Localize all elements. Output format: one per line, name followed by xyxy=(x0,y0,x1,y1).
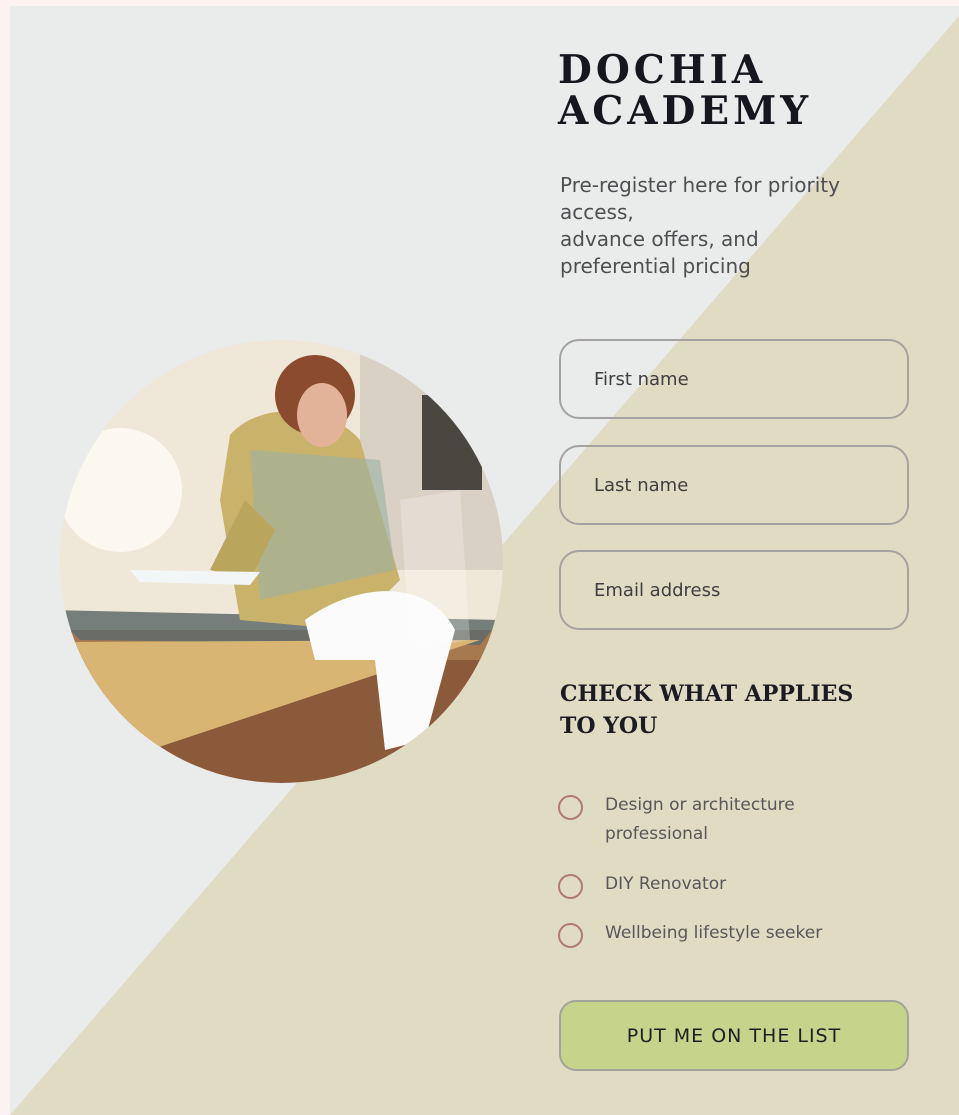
email-input[interactable] xyxy=(561,552,907,628)
intro-line3: advance offers, and xyxy=(560,227,759,251)
radio-unchecked-icon[interactable] xyxy=(558,874,583,899)
option-label: Design or architecture professional xyxy=(605,795,795,844)
intro-line1: Pre-register here for priority xyxy=(560,173,840,197)
checklist-heading: CHECK WHAT APPLIES TO YOU xyxy=(560,678,900,742)
option-design-professional[interactable]: Design or architecture professional xyxy=(558,795,898,849)
first-name-field[interactable] xyxy=(559,339,909,419)
intro-line4: preferential pricing xyxy=(560,254,751,278)
brand-title-line2: ACADEMY xyxy=(558,88,813,134)
intro-line2: access, xyxy=(560,200,634,224)
signup-page: DOCHIA ACADEMY Pre-register here for pri… xyxy=(0,0,959,1115)
last-name-field[interactable] xyxy=(559,445,909,525)
email-field[interactable] xyxy=(559,550,909,630)
brand-title: DOCHIA ACADEMY xyxy=(558,50,918,132)
option-label: Wellbeing lifestyle seeker xyxy=(605,923,823,943)
option-wellbeing-seeker[interactable]: Wellbeing lifestyle seeker xyxy=(558,923,898,948)
put-me-on-list-button[interactable]: PUT ME ON THE LIST xyxy=(559,1000,909,1071)
intro-text: Pre-register here for priority access, a… xyxy=(560,172,910,280)
checklist-heading-line2: TO YOU xyxy=(560,713,658,739)
radio-unchecked-icon[interactable] xyxy=(558,923,583,948)
option-label: DIY Renovator xyxy=(605,874,727,894)
checklist-heading-line1: CHECK WHAT APPLIES xyxy=(560,681,854,707)
last-name-input[interactable] xyxy=(561,447,907,523)
option-diy-renovator[interactable]: DIY Renovator xyxy=(558,874,898,899)
photo-illustration xyxy=(60,340,503,783)
first-name-input[interactable] xyxy=(561,341,907,417)
profile-photo xyxy=(60,340,503,783)
brand-title-line1: DOCHIA xyxy=(558,47,767,93)
radio-unchecked-icon[interactable] xyxy=(558,795,583,820)
